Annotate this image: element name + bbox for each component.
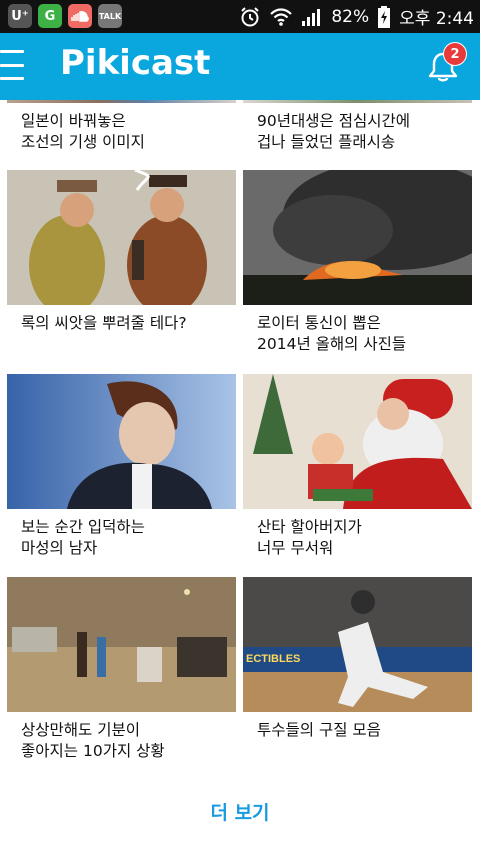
card-title[interactable]: 투수들의 구질 모음 bbox=[243, 712, 472, 741]
feed: 일본이 바꿔놓은 조선의 기생 이미지 90년대생은 점심시간에 겁나 들었던 플래… bbox=[0, 100, 480, 853]
feed-card[interactable]: ECTIBLES 투수들의 구질 모음 bbox=[243, 577, 472, 741]
svg-text:ECTIBLES: ECTIBLES bbox=[246, 653, 300, 665]
feed-card[interactable]: 상상만해도 기분이 좋아지는 10가지 상황 bbox=[7, 577, 236, 762]
card-thumbnail[interactable] bbox=[7, 577, 236, 712]
u-plus-app-icon: U⁺ bbox=[8, 4, 32, 28]
card-title[interactable]: 90년대생은 점심시간에 겁나 들었던 플래시송 bbox=[243, 103, 472, 153]
status-bar: U⁺ G TALK 82% 오후 2:44 bbox=[0, 0, 480, 33]
card-thumbnail[interactable] bbox=[7, 170, 236, 305]
feed-card[interactable]: 로이터 통신이 뽑은 2014년 올해의 사진들 bbox=[243, 170, 472, 355]
card-thumbnail[interactable] bbox=[243, 374, 472, 509]
feed-card[interactable]: 산타 할아버지가 너무 무서워 bbox=[243, 374, 472, 559]
feed-card[interactable]: 일본이 바꿔놓은 조선의 기생 이미지 bbox=[7, 100, 236, 153]
g-app-icon: G bbox=[38, 4, 62, 28]
card-title[interactable]: 일본이 바꿔놓은 조선의 기생 이미지 bbox=[7, 103, 236, 153]
app-logo[interactable]: Pikicast bbox=[60, 43, 210, 83]
feed-card[interactable]: 90년대생은 점심시간에 겁나 들었던 플래시송 bbox=[243, 100, 472, 153]
battery-percent: 82% bbox=[331, 6, 370, 27]
soundcloud-app-icon bbox=[68, 4, 92, 28]
clock: 오후 2:44 bbox=[399, 9, 474, 29]
card-title[interactable]: 산타 할아버지가 너무 무서워 bbox=[243, 509, 472, 559]
card-thumbnail[interactable] bbox=[243, 170, 472, 305]
app-bar: Pikicast 2 bbox=[0, 33, 480, 100]
card-title[interactable]: 록의 씨앗을 뿌려줄 테다? bbox=[7, 305, 236, 334]
kakaotalk-app-icon: TALK bbox=[98, 4, 122, 28]
card-thumbnail[interactable] bbox=[7, 100, 236, 103]
card-title[interactable]: 상상만해도 기분이 좋아지는 10가지 상황 bbox=[7, 712, 236, 762]
card-thumbnail[interactable] bbox=[243, 100, 472, 103]
card-thumbnail[interactable]: ECTIBLES bbox=[243, 577, 472, 712]
feed-card[interactable]: 보는 순간 입덕하는 마성의 남자 bbox=[7, 374, 236, 559]
battery-charging-icon bbox=[377, 5, 391, 28]
hamburger-menu-icon[interactable] bbox=[0, 50, 28, 80]
notification-icons: U⁺ G TALK bbox=[8, 4, 122, 28]
load-more-button[interactable]: 더 보기 bbox=[0, 798, 480, 825]
system-status: 82% 오후 2:44 bbox=[239, 0, 474, 33]
card-title[interactable]: 로이터 통신이 뽑은 2014년 올해의 사진들 bbox=[243, 305, 472, 355]
card-title[interactable]: 보는 순간 입덕하는 마성의 남자 bbox=[7, 509, 236, 559]
alarm-icon bbox=[239, 6, 261, 28]
feed-card[interactable]: 록의 씨앗을 뿌려줄 테다? bbox=[7, 170, 236, 334]
notification-badge: 2 bbox=[444, 43, 466, 65]
card-thumbnail[interactable] bbox=[7, 374, 236, 509]
signal-icon bbox=[301, 7, 323, 27]
wifi-icon bbox=[269, 7, 293, 27]
